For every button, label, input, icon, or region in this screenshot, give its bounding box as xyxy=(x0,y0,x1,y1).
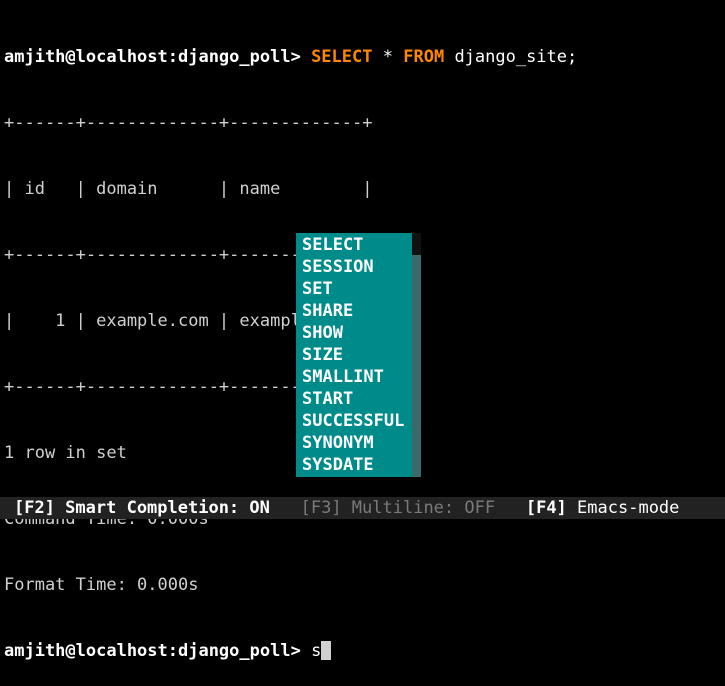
autocomplete-scrollbar[interactable] xyxy=(412,233,421,477)
autocomplete-item[interactable]: SHOW xyxy=(302,322,404,344)
autocomplete-item[interactable]: SELECT xyxy=(302,234,404,256)
table-header: | id | domain | name | xyxy=(4,178,721,200)
sql-ident: django_site xyxy=(454,47,567,67)
f2-label[interactable]: [F2] Smart Completion: xyxy=(14,498,239,518)
sql-from: FROM xyxy=(403,47,444,67)
autocomplete-item[interactable]: START xyxy=(302,388,404,410)
f2-state: ON xyxy=(249,498,269,518)
autocomplete-item[interactable]: SIZE xyxy=(302,344,404,366)
f3-label[interactable]: [F3] Multiline: xyxy=(301,498,455,518)
f4-label[interactable]: [F4] xyxy=(526,498,567,518)
autocomplete-item[interactable]: SMALLINT xyxy=(302,366,404,388)
f4-state: Emacs-mode xyxy=(577,498,679,518)
input-text[interactable]: s xyxy=(311,641,321,661)
autocomplete-item[interactable]: SESSION xyxy=(302,256,404,278)
autocomplete-dropdown[interactable]: SELECTSESSIONSETSHARESHOWSIZESMALLINTSTA… xyxy=(296,233,421,477)
prompt-line-1: amjith@localhost:django_poll> SELECT * F… xyxy=(4,46,721,68)
autocomplete-item[interactable]: SHARE xyxy=(302,300,404,322)
prompt-host: amjith@localhost:django_poll> xyxy=(4,47,301,67)
autocomplete-scrollbar-thumb[interactable] xyxy=(412,233,421,255)
prompt-line-2[interactable]: amjith@localhost:django_poll> s xyxy=(4,640,721,662)
autocomplete-list[interactable]: SELECTSESSIONSETSHARESHOWSIZESMALLINTSTA… xyxy=(296,233,412,477)
sql-star: * xyxy=(383,47,393,67)
format-time: Format Time: 0.000s xyxy=(4,574,721,596)
sql-select: SELECT xyxy=(311,47,372,67)
prompt-host-2: amjith@localhost:django_poll> xyxy=(4,641,301,661)
cursor-block xyxy=(321,641,331,660)
autocomplete-item[interactable]: SUCCESSFUL xyxy=(302,410,404,432)
status-bar: [F2] Smart Completion: ON [F3] Multiline… xyxy=(0,497,725,519)
sql-semi: ; xyxy=(567,47,577,67)
table-border-top: +------+-------------+-------------+ xyxy=(4,112,721,134)
autocomplete-item[interactable]: SET xyxy=(302,278,404,300)
autocomplete-item[interactable]: SYNONYM xyxy=(302,432,404,454)
f3-state: OFF xyxy=(464,498,495,518)
autocomplete-item[interactable]: SYSDATE xyxy=(302,454,404,476)
